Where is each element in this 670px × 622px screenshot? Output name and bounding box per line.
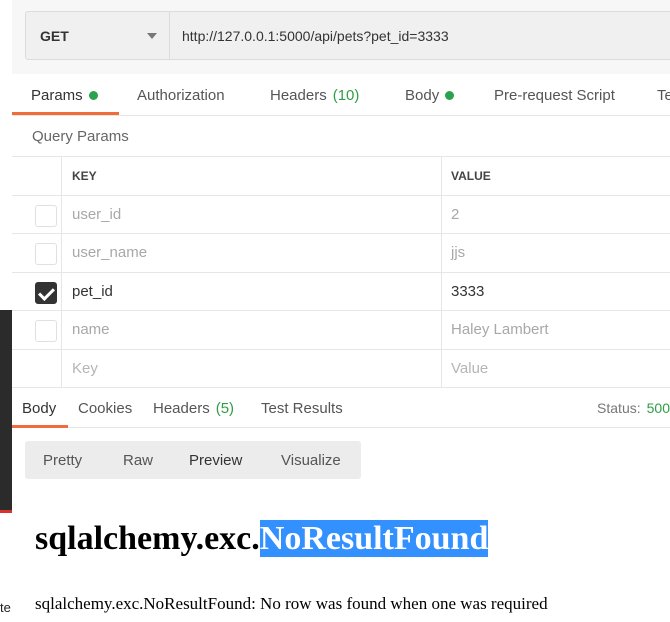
tab-params[interactable]: Params	[31, 74, 98, 116]
tab-body[interactable]: Body	[405, 74, 455, 116]
tab-headers-label: Headers	[270, 86, 327, 104]
background-text-fragment: te	[0, 600, 11, 615]
active-tab-underline	[12, 112, 119, 115]
background-dark-strip	[0, 310, 12, 510]
method-label: GET	[40, 27, 69, 44]
tab-response-headers-label: Headers	[153, 399, 210, 417]
param-value-field[interactable]: jjs	[442, 234, 670, 272]
params-indicator-dot	[88, 90, 98, 100]
column-header-key: KEY	[62, 157, 442, 195]
table-row: user_id 2	[12, 195, 670, 234]
response-preview: sqlalchemy.exc.NoResultFound sqlalchemy.…	[12, 490, 670, 622]
tab-cookies-label: Cookies	[78, 399, 133, 417]
error-heading-selected[interactable]: NoResultFound	[259, 520, 489, 557]
tab-response-body[interactable]: Body	[22, 388, 56, 428]
response-tabs: Body Cookies Headers (5) Test Results Sta…	[12, 388, 670, 428]
request-tabs: Params Authorization Headers (10) Body Pr…	[12, 74, 670, 116]
row-checkbox[interactable]	[35, 204, 57, 227]
tab-params-label: Params	[31, 86, 83, 104]
param-key-field[interactable]: user_id	[62, 195, 442, 233]
tab-body-label: Body	[405, 86, 440, 104]
background-window-edge: te	[0, 0, 12, 622]
status-label: Status:	[597, 400, 641, 416]
body-indicator-dot	[445, 90, 455, 100]
row-checkbox[interactable]	[35, 320, 57, 342]
tab-pre-request-script-label: Pre-request Script	[494, 86, 615, 104]
query-params-title: Query Params	[32, 128, 129, 145]
tab-response-body-label: Body	[22, 399, 57, 417]
view-preview-button[interactable]: Preview	[189, 441, 242, 479]
tab-test-results[interactable]: Test Results	[261, 388, 343, 428]
method-select[interactable]: GET	[25, 11, 170, 60]
view-raw-button[interactable]: Raw	[123, 441, 153, 479]
view-visualize-button[interactable]: Visualize	[281, 441, 341, 479]
tab-tests[interactable]: Te	[657, 74, 670, 116]
tab-headers[interactable]: Headers (10)	[270, 74, 359, 116]
param-value-field[interactable]: Haley Lambert	[442, 311, 670, 349]
background-red-line	[0, 510, 12, 513]
status-code[interactable]: 500	[647, 400, 670, 416]
error-message: sqlalchemy.exc.NoResultFound: No row was…	[35, 594, 548, 613]
tab-authorization-label: Authorization	[137, 86, 225, 104]
tab-authorization[interactable]: Authorization	[137, 74, 225, 116]
view-pretty-button[interactable]: Pretty	[43, 441, 82, 479]
response-headers-count: (5)	[215, 399, 235, 417]
active-response-tab-underline	[12, 425, 68, 428]
error-heading-prefix: sqlalchemy.exc.	[35, 520, 260, 557]
table-row: name Haley Lambert	[12, 311, 670, 350]
query-params-table: KEY VALUE user_id 2 user_name jjs pet_id…	[12, 156, 670, 388]
chevron-down-icon	[147, 33, 157, 39]
url-input[interactable]: http://127.0.0.1:5000/api/pets?pet_id=33…	[169, 11, 670, 60]
table-header-row: KEY VALUE	[12, 157, 670, 196]
row-checkbox[interactable]	[35, 243, 57, 265]
column-header-value: VALUE	[451, 168, 491, 183]
error-heading: sqlalchemy.exc.NoResultFound	[35, 520, 489, 558]
param-value-field[interactable]: 2	[442, 196, 670, 234]
row-checkbox-checked[interactable]	[35, 281, 57, 304]
new-value-input[interactable]: Value	[442, 350, 670, 388]
new-param-row: Key Value	[12, 349, 670, 388]
tab-pre-request-script[interactable]: Pre-request Script	[494, 74, 615, 116]
tab-response-headers[interactable]: Headers (5)	[153, 388, 234, 428]
view-mode-switch: Pretty Raw Preview Visualize	[25, 441, 361, 479]
new-key-input[interactable]: Key	[62, 349, 442, 387]
param-value-field[interactable]: 3333	[442, 273, 670, 311]
postman-request-panel: GET http://127.0.0.1:5000/api/pets?pet_i…	[12, 0, 670, 622]
param-key-field[interactable]: user_name	[62, 234, 442, 272]
headers-count: (10)	[332, 86, 360, 104]
response-status: Status: 500	[597, 388, 670, 428]
tab-cookies[interactable]: Cookies	[78, 388, 132, 428]
param-key-field[interactable]: pet_id	[62, 272, 442, 310]
param-key-field[interactable]: name	[62, 311, 442, 349]
tab-test-results-label: Test Results	[261, 399, 343, 417]
table-row: user_name jjs	[12, 234, 670, 273]
url-bar: GET http://127.0.0.1:5000/api/pets?pet_i…	[12, 0, 670, 74]
tab-tests-label: Te	[657, 86, 670, 104]
table-row: pet_id 3333	[12, 272, 670, 311]
